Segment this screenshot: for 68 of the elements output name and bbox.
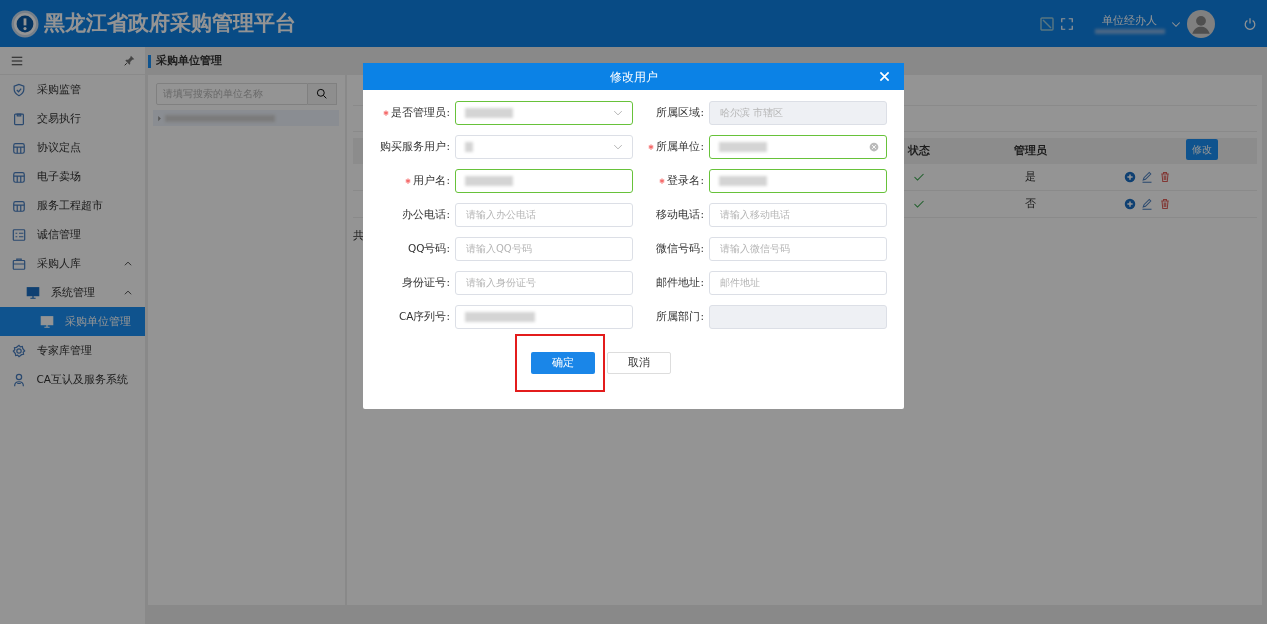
pagination-text: 共	[352, 228, 365, 243]
gear-icon	[12, 343, 26, 358]
close-icon[interactable]	[879, 71, 890, 82]
app-title: 黑龙江省政府采购管理平台	[43, 9, 296, 37]
column-header: 管理员	[1012, 142, 1048, 158]
user-role: 单位经办人	[1102, 12, 1158, 29]
dialog-title: 修改用户	[609, 68, 658, 86]
menu-icon[interactable]	[10, 54, 23, 67]
sidebar-item[interactable]: 专家库管理	[0, 336, 145, 365]
fullscreen-icon[interactable]	[1059, 16, 1074, 31]
person-icon	[12, 372, 26, 387]
confirm-button[interactable]: 确定	[530, 351, 595, 374]
sidebar-item[interactable]: 采购监管	[0, 75, 145, 104]
field-label: 是否管理员:	[391, 104, 450, 120]
field-label: 移动电话:	[656, 206, 704, 222]
cancel-button[interactable]: 取消	[606, 351, 671, 374]
field-label: 所属部门:	[656, 308, 704, 324]
search-icon	[316, 88, 328, 100]
avatar-icon[interactable]	[1187, 9, 1216, 38]
monitor-icon	[40, 314, 54, 329]
sidebar-item[interactable]: 电子卖场	[0, 162, 145, 191]
sidebar-item[interactable]: 系统管理	[0, 278, 145, 307]
shield-icon	[12, 82, 26, 97]
blurred-username	[1094, 29, 1165, 35]
clipboard-icon	[12, 111, 26, 126]
field-label: 所属区域:	[656, 104, 704, 120]
resize-icon[interactable]	[1038, 15, 1055, 32]
sidebar-item[interactable]: 协议定点	[0, 133, 145, 162]
emblem-icon	[10, 9, 39, 38]
field-label: 微信号码:	[656, 240, 704, 256]
field-label: QQ号码:	[407, 240, 450, 256]
trash-icon[interactable]	[1158, 197, 1171, 210]
store-icon	[12, 198, 26, 213]
store-icon	[12, 140, 26, 155]
tooltip: 修改	[1186, 139, 1218, 160]
page-title: 采购单位管理	[155, 52, 222, 69]
briefcase-icon	[12, 256, 26, 271]
field-label: 登录名:	[667, 172, 704, 188]
list-icon	[12, 227, 26, 242]
sidebar-item[interactable]: CA互认及服务系统	[0, 365, 145, 394]
search-button[interactable]	[308, 82, 337, 105]
table-cell-text: 否	[1023, 195, 1037, 211]
table-cell-text: 是	[1023, 168, 1037, 184]
sidebar-item[interactable]: 采购人库	[0, 249, 145, 278]
plus-circle-icon[interactable]	[1124, 170, 1136, 183]
field-label: CA序列号:	[398, 308, 450, 324]
column-header: 状态	[907, 142, 931, 158]
field-label: 购买服务用户:	[380, 138, 450, 154]
plus-circle-icon[interactable]	[1124, 197, 1136, 210]
edit-icon[interactable]	[1141, 170, 1154, 183]
caret-right-icon	[155, 114, 163, 122]
pin-icon[interactable]	[123, 55, 135, 66]
breadcrumb-marker	[147, 54, 151, 68]
tree-node[interactable]	[152, 110, 340, 127]
monitor-icon	[26, 285, 40, 300]
sidebar-item[interactable]: 服务工程超市	[0, 191, 145, 220]
field-label: 邮件地址:	[656, 274, 704, 290]
field-label: 所属单位:	[656, 138, 704, 154]
sidebar-item[interactable]: 诚信管理	[0, 220, 145, 249]
power-icon[interactable]	[1242, 16, 1257, 31]
edit-icon[interactable]	[1141, 197, 1154, 210]
field-label: 身份证号:	[402, 274, 450, 290]
field-label: 办公电话:	[402, 206, 450, 222]
field-label: 用户名:	[413, 172, 450, 188]
clear-icon[interactable]	[869, 141, 879, 152]
store-icon	[12, 169, 26, 184]
sidebar-item[interactable]: 交易执行	[0, 104, 145, 133]
trash-icon[interactable]	[1158, 170, 1171, 183]
